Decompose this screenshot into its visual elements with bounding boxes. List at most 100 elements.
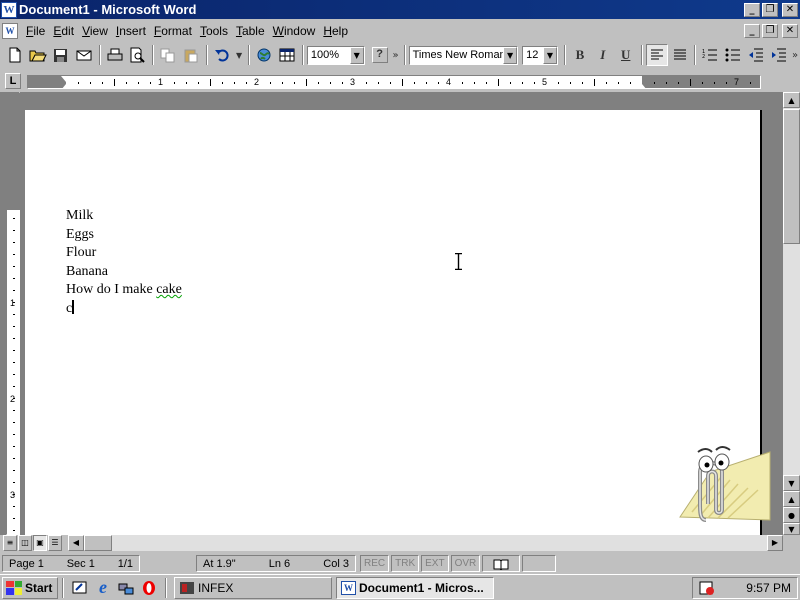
minimize-button[interactable]: _ (744, 2, 760, 17)
paste-icon[interactable] (180, 44, 202, 66)
doc-close-button[interactable]: ✕ (782, 23, 798, 38)
ruler-tick (13, 458, 15, 459)
restore-button[interactable]: ❐ (762, 2, 778, 17)
taskbar-item-word[interactable]: W Document1 - Micros... (336, 576, 494, 599)
ruler-tick (750, 82, 751, 84)
normal-view-icon[interactable]: ≡ (3, 535, 17, 551)
tab-selector[interactable]: L (5, 73, 21, 89)
horizontal-scrollbar[interactable]: ◀ ▶ (68, 535, 783, 551)
font-name-combo[interactable]: Times New Roman ▼ (408, 45, 519, 65)
chevron-down-icon[interactable]: ▼ (542, 46, 557, 64)
opera-browser-icon[interactable] (139, 578, 159, 598)
web-layout-view-icon[interactable]: ◫ (18, 535, 32, 551)
clock[interactable]: 9:57 PM (746, 581, 791, 595)
status-trk[interactable]: TRK (391, 555, 420, 572)
ruler-tick (414, 82, 415, 84)
hscroll-thumb[interactable] (84, 535, 112, 551)
menu-view[interactable]: View (78, 24, 112, 38)
status-line: Ln 6 (268, 557, 291, 570)
scroll-up-arrow-icon[interactable]: ▲ (783, 92, 800, 108)
previous-page-icon[interactable]: ▲ (783, 491, 800, 507)
more-buttons-icon[interactable]: » (791, 44, 799, 66)
hanging-indent-marker[interactable] (61, 84, 71, 88)
print-icon[interactable] (104, 44, 126, 66)
start-button[interactable]: Start (2, 576, 58, 599)
email-icon[interactable] (73, 44, 95, 66)
first-line-indent-marker[interactable] (61, 76, 71, 82)
spelling-status-book-icon[interactable] (482, 555, 521, 572)
ruler-tick (366, 82, 367, 84)
menu-edit[interactable]: Edit (49, 24, 78, 38)
align-left-icon[interactable] (645, 44, 668, 66)
bullets-icon[interactable] (722, 44, 744, 66)
ruler-tick (678, 82, 679, 84)
chevron-down-icon[interactable]: ▼ (349, 46, 364, 64)
font-name-value: Times New Roman (412, 49, 506, 61)
menu-table[interactable]: Table (232, 24, 269, 38)
numbering-icon[interactable]: 12 (699, 44, 721, 66)
increase-indent-icon[interactable] (768, 44, 790, 66)
menu-window[interactable]: Window (269, 24, 320, 38)
insert-table-icon[interactable] (276, 44, 298, 66)
network-icon[interactable] (116, 578, 136, 598)
help-icon[interactable]: ? (369, 44, 391, 66)
italic-button[interactable]: I (592, 44, 614, 66)
doc-minimize-button[interactable]: _ (744, 23, 760, 38)
print-layout-view-icon[interactable]: ▣ (33, 535, 47, 551)
status-section: Sec 1 (66, 557, 95, 570)
undo-dropdown-icon[interactable]: ▼ (234, 44, 244, 66)
more-buttons-icon[interactable]: » (392, 44, 400, 66)
bold-button[interactable]: B (569, 44, 591, 66)
document-body[interactable]: Milk Eggs Flour Banana How do I make cak… (66, 207, 182, 318)
open-folder-icon[interactable] (27, 44, 49, 66)
document-icon[interactable]: W (2, 22, 18, 39)
menu-tools[interactable]: Tools (196, 24, 232, 38)
internet-explorer-icon[interactable]: e (93, 577, 113, 598)
copy-icon[interactable] (157, 44, 179, 66)
close-button[interactable]: ✕ (782, 2, 798, 17)
print-preview-icon[interactable] (127, 44, 149, 66)
undo-icon[interactable] (211, 44, 233, 66)
scroll-right-arrow-icon[interactable]: ▶ (767, 535, 783, 551)
taskbar-item-infex[interactable]: INFEX (174, 576, 332, 599)
font-size-combo[interactable]: 12 ▼ (522, 45, 558, 65)
next-page-icon[interactable]: ▼ (783, 523, 800, 535)
justify-icon[interactable] (669, 44, 691, 66)
show-desktop-icon[interactable] (70, 578, 90, 598)
chevron-down-icon[interactable]: ▼ (503, 46, 518, 64)
status-ext[interactable]: EXT (421, 555, 449, 572)
menu-insert[interactable]: Insert (112, 24, 150, 38)
scroll-left-arrow-icon[interactable]: ◀ (68, 535, 84, 551)
formatting-toolbar: ▼ 100% ▼ ? » Times New Roman ▼ 12 ▼ B I … (0, 42, 800, 68)
underline-button[interactable]: U (615, 44, 637, 66)
office-assistant-clippy-icon[interactable] (670, 432, 775, 527)
menu-format[interactable]: Format (150, 24, 196, 38)
right-indent-marker[interactable] (637, 84, 647, 88)
word-app-icon[interactable]: W (1, 1, 17, 18)
vertical-ruler[interactable]: 1 2 3 (6, 92, 21, 535)
new-document-icon[interactable] (4, 44, 26, 66)
status-rec[interactable]: REC (360, 555, 390, 572)
menu-help[interactable]: Help (319, 24, 352, 38)
scheduler-tray-icon (699, 581, 714, 595)
menu-file[interactable]: File (22, 24, 49, 38)
horizontal-ruler[interactable]: 1 2 3 4 5 7 (27, 75, 761, 89)
doc-restore-button[interactable]: ❐ (762, 23, 778, 38)
vertical-scrollbar[interactable]: ▲ ▼ ▲ ● ▼ (783, 92, 800, 535)
web-toolbar-icon[interactable] (253, 44, 275, 66)
select-browse-object-icon[interactable]: ● (783, 507, 800, 523)
grammar-squiggle[interactable]: cake (156, 282, 182, 297)
ruler-tick (13, 278, 15, 279)
scroll-thumb[interactable] (783, 109, 800, 244)
ruler-tick (198, 82, 199, 84)
start-label: Start (25, 580, 53, 595)
title-bar[interactable]: W Document1 - Microsoft Word _ ❐ ✕ (0, 0, 800, 19)
outline-view-icon[interactable]: ☰ (48, 535, 62, 551)
status-ovr[interactable]: OVR (450, 555, 481, 572)
decrease-indent-icon[interactable] (745, 44, 767, 66)
save-icon[interactable] (50, 44, 72, 66)
zoom-combo[interactable]: 100% ▼ (306, 45, 365, 65)
scroll-down-arrow-icon[interactable]: ▼ (783, 475, 800, 491)
document-page[interactable]: Milk Eggs Flour Banana How do I make cak… (25, 110, 762, 535)
ruler-tick (426, 82, 427, 84)
